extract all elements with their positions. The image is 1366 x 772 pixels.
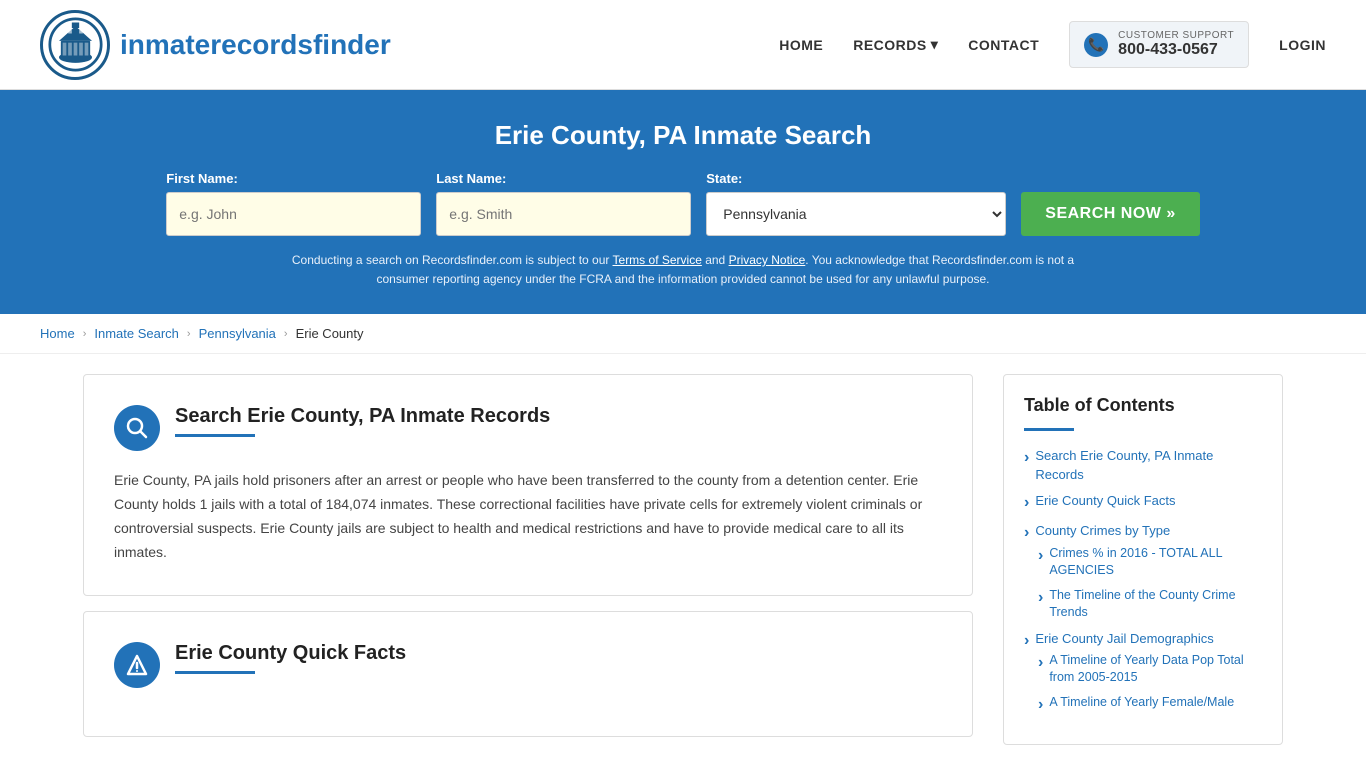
nav-login[interactable]: LOGIN — [1279, 37, 1326, 53]
chevron-icon-1 — [1024, 447, 1029, 469]
support-info: CUSTOMER SUPPORT 800-433-0567 — [1118, 30, 1234, 59]
support-label: CUSTOMER SUPPORT — [1118, 30, 1234, 41]
search-section-title: Search Erie County, PA Inmate Records — [175, 405, 942, 428]
toc-item-1: Search Erie County, PA Inmate Records — [1024, 447, 1262, 483]
state-select[interactable]: Pennsylvania — [706, 192, 1006, 236]
breadcrumb-sep-3: › — [284, 328, 288, 340]
toc-list: Search Erie County, PA Inmate Records Er… — [1024, 447, 1262, 716]
toc-item-3: County Crimes by Type Crimes % in 2016 -… — [1024, 522, 1262, 621]
nav-records[interactable]: RECORDS ▾ — [853, 36, 938, 53]
toc-divider — [1024, 428, 1074, 431]
first-name-input[interactable] — [166, 192, 421, 236]
quick-facts-title-wrap: Erie County Quick Facts — [175, 642, 942, 674]
toc-sub-item-2: The Timeline of the County Crime Trends — [1038, 587, 1262, 622]
toc-title: Table of Contents — [1024, 395, 1262, 416]
breadcrumb-home[interactable]: Home — [40, 326, 75, 341]
chevron-icon-3 — [1024, 522, 1029, 544]
toc-item-2: Erie County Quick Facts — [1024, 492, 1262, 514]
logo-text: inmaterecordsfinder — [120, 29, 391, 61]
quick-facts-underline — [175, 671, 255, 674]
breadcrumb-sep-2: › — [187, 328, 191, 340]
toc-sublist-2: A Timeline of Yearly Data Pop Total from… — [1024, 652, 1262, 716]
hero-title: Erie County, PA Inmate Search — [40, 120, 1326, 151]
nav-contact[interactable]: CONTACT — [968, 37, 1039, 53]
toc-sub-item-3: A Timeline of Yearly Data Pop Total from… — [1038, 652, 1262, 687]
chevron-sub-icon-2 — [1038, 587, 1043, 609]
customer-support-box: 📞 CUSTOMER SUPPORT 800-433-0567 — [1069, 21, 1249, 68]
main-container: Search Erie County, PA Inmate Records Er… — [43, 354, 1323, 771]
toc-item-4: Erie County Jail Demographics A Timeline… — [1024, 630, 1262, 717]
breadcrumb-pennsylvania[interactable]: Pennsylvania — [199, 326, 276, 341]
toc-link-3[interactable]: County Crimes by Type — [1024, 522, 1262, 544]
toc-sub-link-3[interactable]: A Timeline of Yearly Data Pop Total from… — [1038, 652, 1262, 687]
first-name-label: First Name: — [166, 171, 421, 186]
terms-link[interactable]: Terms of Service — [613, 253, 702, 267]
last-name-input[interactable] — [436, 192, 691, 236]
content-left: Search Erie County, PA Inmate Records Er… — [83, 374, 973, 751]
breadcrumb-inmate-search[interactable]: Inmate Search — [94, 326, 179, 341]
breadcrumb: Home › Inmate Search › Pennsylvania › Er… — [0, 314, 1366, 354]
chevron-icon-2 — [1024, 492, 1029, 514]
toc-link-2[interactable]: Erie County Quick Facts — [1024, 492, 1262, 514]
chevron-down-icon: ▾ — [931, 36, 939, 53]
site-header: inmaterecordsfinder HOME RECORDS ▾ CONTA… — [0, 0, 1366, 90]
phone-icon: 📞 — [1084, 33, 1108, 57]
chevron-sub-icon-3 — [1038, 652, 1043, 674]
nav-home[interactable]: HOME — [779, 37, 823, 53]
toc-sub-item-4: A Timeline of Yearly Female/Male — [1038, 694, 1262, 716]
quick-facts-icon — [114, 642, 160, 688]
toc-sub-item-1: Crimes % in 2016 - TOTAL ALL AGENCIES — [1038, 545, 1262, 580]
quick-facts-card: Erie County Quick Facts — [83, 611, 973, 737]
quick-facts-header: Erie County Quick Facts — [114, 642, 942, 688]
logo-icon — [40, 10, 110, 80]
chevron-sub-icon-1 — [1038, 545, 1043, 567]
toc-sub-link-4[interactable]: A Timeline of Yearly Female/Male — [1038, 694, 1262, 716]
search-section-underline — [175, 434, 255, 437]
toc-sub-link-1[interactable]: Crimes % in 2016 - TOTAL ALL AGENCIES — [1038, 545, 1262, 580]
privacy-link[interactable]: Privacy Notice — [729, 253, 806, 267]
hero-disclaimer: Conducting a search on Recordsfinder.com… — [283, 251, 1083, 289]
content-right: Table of Contents Search Erie County, PA… — [1003, 374, 1283, 751]
logo-area: inmaterecordsfinder — [40, 10, 391, 80]
breadcrumb-sep-1: › — [83, 328, 87, 340]
chevron-sub-icon-4 — [1038, 694, 1043, 716]
first-name-group: First Name: — [166, 171, 421, 236]
hero-section: Erie County, PA Inmate Search First Name… — [0, 90, 1366, 314]
search-section-icon — [114, 405, 160, 451]
toc-sublist-1: Crimes % in 2016 - TOTAL ALL AGENCIES Th… — [1024, 545, 1262, 622]
quick-facts-title: Erie County Quick Facts — [175, 642, 942, 665]
last-name-group: Last Name: — [436, 171, 691, 236]
search-form: First Name: Last Name: State: Pennsylvan… — [40, 171, 1326, 236]
last-name-label: Last Name: — [436, 171, 691, 186]
support-phone: 800-433-0567 — [1118, 41, 1234, 59]
toc-sub-link-2[interactable]: The Timeline of the County Crime Trends — [1038, 587, 1262, 622]
search-section-header: Search Erie County, PA Inmate Records — [114, 405, 942, 451]
search-section-card: Search Erie County, PA Inmate Records Er… — [83, 374, 973, 595]
search-section-title-wrap: Search Erie County, PA Inmate Records — [175, 405, 942, 437]
state-label: State: — [706, 171, 1006, 186]
toc-link-1[interactable]: Search Erie County, PA Inmate Records — [1024, 447, 1262, 483]
search-button[interactable]: SEARCH NOW » — [1021, 192, 1199, 236]
search-section-body: Erie County, PA jails hold prisoners aft… — [114, 469, 942, 564]
toc-link-4[interactable]: Erie County Jail Demographics — [1024, 630, 1262, 652]
toc-box: Table of Contents Search Erie County, PA… — [1003, 374, 1283, 745]
breadcrumb-current: Erie County — [296, 326, 364, 341]
main-nav: HOME RECORDS ▾ CONTACT 📞 CUSTOMER SUPPOR… — [779, 21, 1326, 68]
chevron-icon-4 — [1024, 630, 1029, 652]
state-group: State: Pennsylvania — [706, 171, 1006, 236]
